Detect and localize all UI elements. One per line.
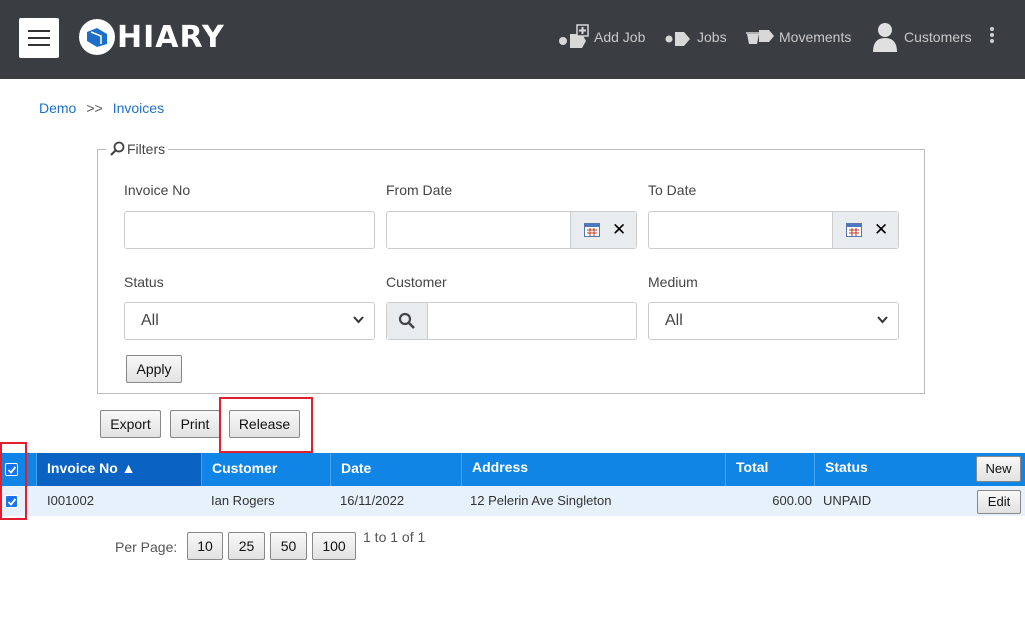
cell-invoice-no: I001002	[47, 493, 94, 508]
hamburger-menu-button[interactable]	[19, 18, 59, 58]
breadcrumb: Demo >> Invoices	[39, 100, 164, 116]
pager-count-text: 1 to 1 of 1	[363, 529, 426, 545]
medium-select[interactable]: All	[648, 302, 899, 340]
cell-total: 600.00	[772, 493, 812, 508]
movements-icon	[746, 30, 774, 44]
cell-status: UNPAID	[823, 493, 872, 508]
customer-person-icon	[873, 23, 897, 52]
nav-customers[interactable]: Customers	[872, 22, 972, 52]
new-button[interactable]: New	[976, 456, 1021, 482]
status-select[interactable]: All	[124, 302, 375, 340]
table-header: Invoice No ▲ Customer Date Address Total…	[0, 453, 1025, 486]
medium-label: Medium	[648, 274, 698, 290]
nav-jobs-label: Jobs	[697, 29, 727, 45]
to-date-field: ✕	[648, 211, 899, 249]
per-page-100-button[interactable]: 100	[312, 532, 356, 560]
export-button[interactable]: Export	[100, 410, 161, 438]
logo-text: HIARY	[117, 19, 225, 55]
column-header-status[interactable]: Status	[814, 453, 915, 486]
clear-from-date-icon[interactable]: ✕	[612, 221, 626, 238]
customer-search-addon	[387, 303, 428, 339]
hamburger-line	[28, 37, 50, 39]
cell-customer: Ian Rogers	[211, 493, 275, 508]
filters-panel: Filters Invoice No From Date ✕ To Date ✕…	[97, 141, 925, 394]
customer-input[interactable]	[429, 303, 636, 339]
filters-legend-text: Filters	[127, 141, 166, 157]
edit-button[interactable]: Edit	[977, 490, 1021, 514]
apply-button[interactable]: Apply	[126, 355, 182, 383]
clear-to-date-icon[interactable]: ✕	[874, 221, 888, 238]
print-button[interactable]: Print	[170, 410, 220, 438]
release-highlight-box	[219, 397, 313, 453]
per-page-label: Per Page:	[115, 539, 178, 555]
hamburger-line	[28, 44, 50, 46]
logo-icon	[79, 19, 115, 55]
column-header-date[interactable]: Date	[330, 453, 461, 486]
to-date-label: To Date	[648, 182, 697, 198]
nav-movements-label: Movements	[779, 29, 852, 45]
column-header-address[interactable]: Address	[461, 453, 725, 486]
to-date-addon: ✕	[832, 212, 898, 248]
per-page-25-button[interactable]: 25	[228, 532, 265, 560]
table-row[interactable]: I001002 Ian Rogers 16/11/2022 12 Pelerin…	[0, 486, 1025, 516]
breadcrumb-invoices-link[interactable]: Invoices	[113, 100, 164, 116]
magnifier-icon	[110, 141, 125, 156]
chevron-down-icon	[877, 316, 888, 324]
customer-field	[386, 302, 637, 340]
invoice-no-label: Invoice No	[124, 182, 191, 198]
to-date-input[interactable]	[649, 212, 833, 248]
search-icon	[398, 312, 415, 329]
cell-date: 16/11/2022	[340, 493, 405, 508]
top-navbar: HIARY Add Job Jobs Movements Customers	[0, 0, 1025, 79]
more-options-icon[interactable]	[989, 27, 995, 43]
nav-customers-label: Customers	[904, 29, 972, 45]
nav-jobs[interactable]: Jobs	[665, 22, 727, 52]
from-date-field: ✕	[386, 211, 637, 249]
calendar-icon[interactable]	[584, 223, 600, 237]
from-date-input[interactable]	[387, 212, 571, 248]
chevron-down-icon	[353, 316, 364, 324]
breadcrumb-separator: >>	[86, 100, 103, 116]
nav-add-job-label: Add Job	[594, 29, 646, 45]
calendar-icon[interactable]	[846, 223, 862, 237]
from-date-label: From Date	[386, 182, 453, 198]
column-header-invoice-no[interactable]: Invoice No ▲	[36, 453, 201, 486]
customer-label: Customer	[386, 274, 447, 290]
add-job-icon	[559, 24, 589, 48]
status-select-value: All	[141, 312, 159, 329]
per-page-10-button[interactable]: 10	[187, 532, 223, 560]
hamburger-line	[28, 30, 50, 32]
checkbox-highlight-box	[0, 442, 27, 520]
nav-add-job[interactable]: Add Job	[558, 22, 645, 52]
column-header-customer[interactable]: Customer	[201, 453, 330, 486]
filters-legend: Filters	[106, 141, 169, 157]
per-page-50-button[interactable]: 50	[270, 532, 307, 560]
medium-select-value: All	[665, 312, 683, 329]
app-logo[interactable]: HIARY	[79, 19, 225, 55]
from-date-addon: ✕	[570, 212, 636, 248]
cell-address: 12 Pelerin Ave Singleton	[470, 493, 612, 508]
status-label: Status	[124, 274, 164, 290]
jobs-icon	[665, 32, 690, 46]
column-header-total[interactable]: Total	[725, 453, 814, 486]
nav-movements[interactable]: Movements	[745, 22, 851, 52]
invoice-no-input[interactable]	[124, 211, 375, 249]
breadcrumb-demo-link[interactable]: Demo	[39, 100, 76, 116]
